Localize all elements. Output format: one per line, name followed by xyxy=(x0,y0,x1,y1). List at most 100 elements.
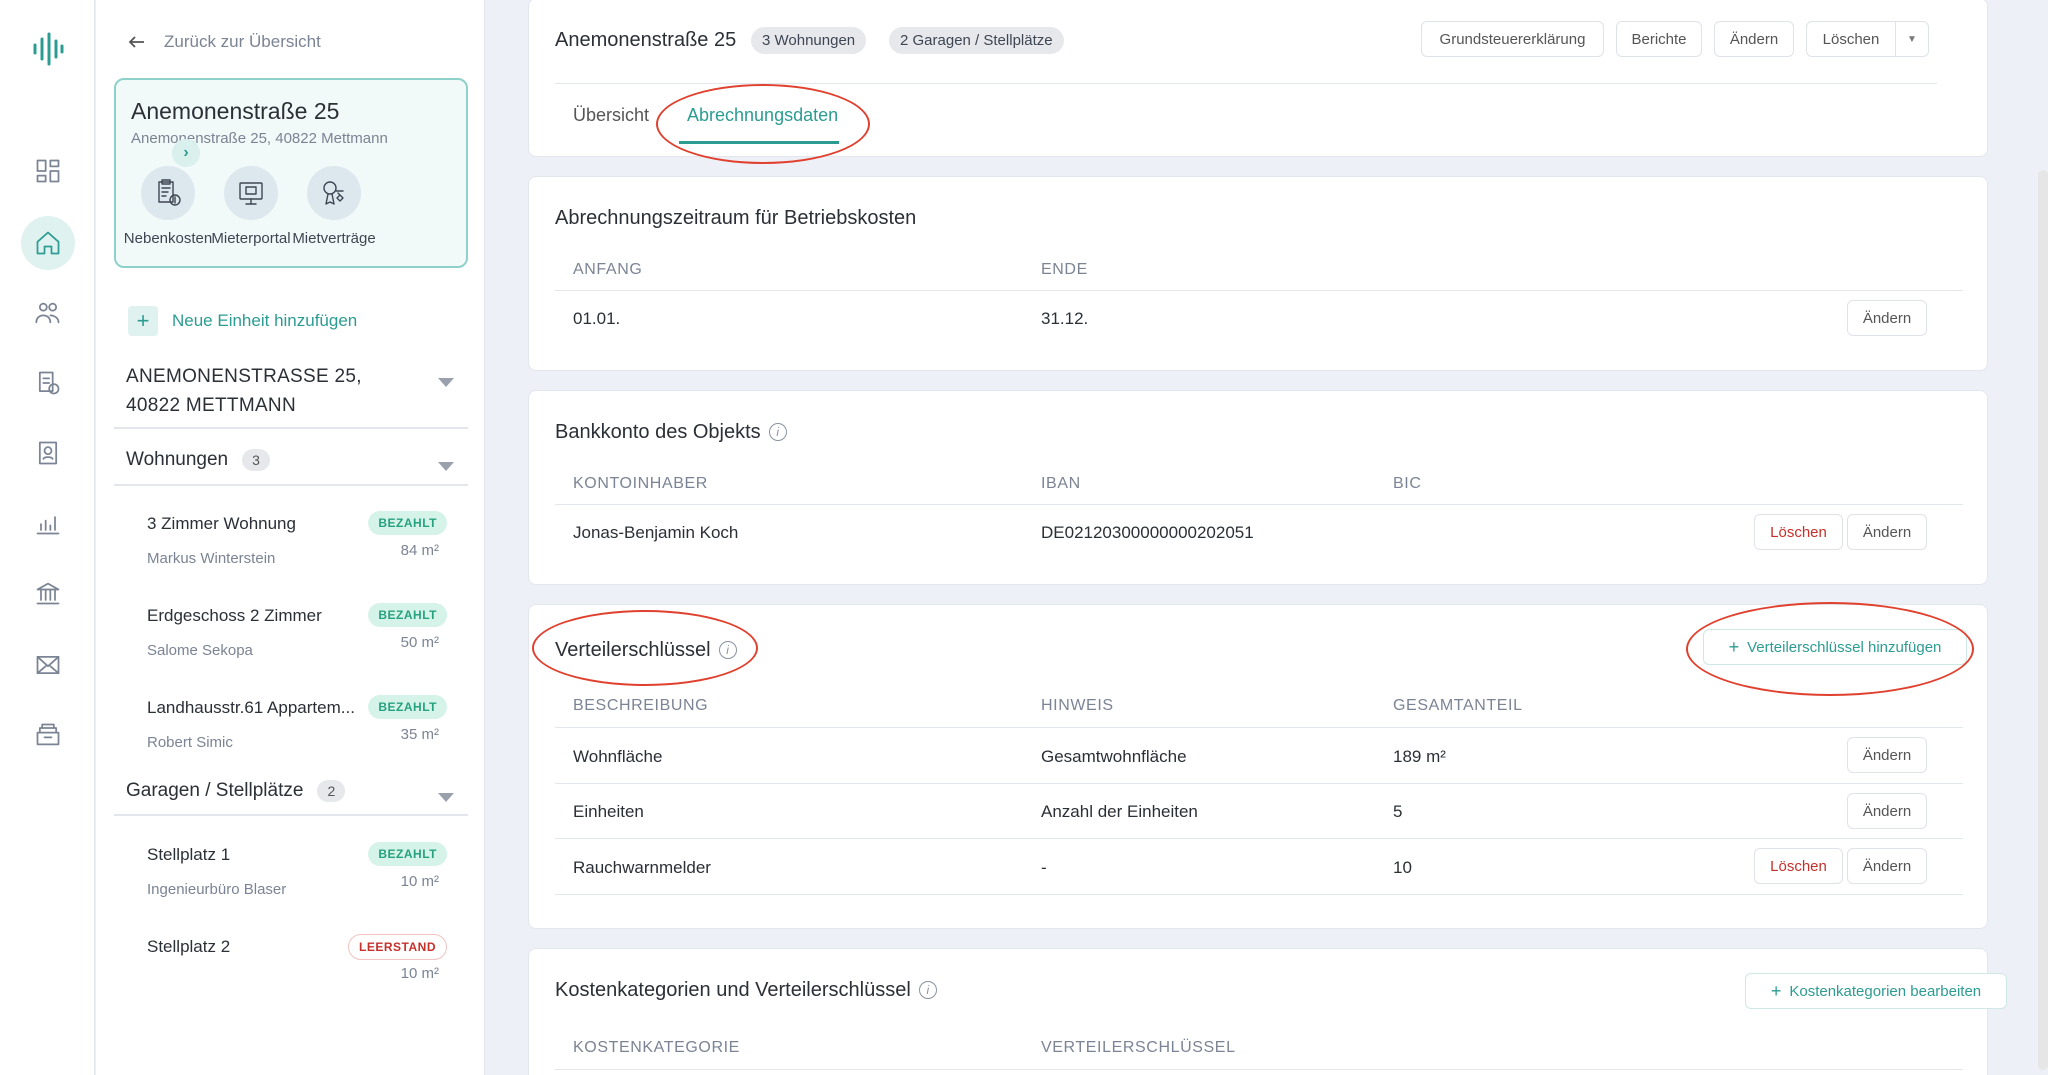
main-content: Anemonenstraße 25 3 Wohnungen 2 Garagen … xyxy=(486,0,2048,1075)
divider xyxy=(555,783,1963,784)
bank-account-card: Bankkonto des Objekts i KONTOINHABER IBAN… xyxy=(528,390,1988,585)
edit-key-button[interactable]: Ändern xyxy=(1847,793,1927,829)
delete-dropdown-chevron-icon[interactable]: ▼ xyxy=(1895,21,1929,57)
address-header[interactable]: ANEMONENSTRASSE 25, 40822 METTMANN xyxy=(126,362,446,420)
add-unit-button[interactable]: + Neue Einheit hinzufügen xyxy=(128,306,357,336)
delete-property-button[interactable]: Löschen xyxy=(1806,21,1896,57)
divider xyxy=(114,427,468,429)
iban-value: DE02120300000000202051 xyxy=(1041,523,1254,542)
section-title: Abrechnungszeitraum für Betriebskosten xyxy=(555,207,917,229)
unit-list-item[interactable]: Erdgeschoss 2 Zimmer Salome Sekopa BEZAH… xyxy=(147,603,447,659)
unit-list-item[interactable]: Stellplatz 2 LEERSTAND 10 m² xyxy=(147,934,447,982)
sidebar-expand-chevron-icon[interactable]: › xyxy=(172,139,200,167)
column-header: KONTOINHABER xyxy=(573,475,708,492)
action-lease-contracts[interactable]: Mietverträge xyxy=(282,166,386,247)
lease-contract-icon xyxy=(323,181,344,205)
info-icon[interactable]: i xyxy=(918,981,937,999)
section-title: Kostenkategorien und Verteilerschlüssel i xyxy=(555,979,937,1002)
section-title-text: Kostenkategorien und Verteilerschlüssel xyxy=(555,979,911,1001)
cost-categories-card: Kostenkategorien und Verteilerschlüssel i… xyxy=(528,948,2007,1075)
reports-chart-icon[interactable] xyxy=(25,500,71,546)
status-badge: BEZAHLT xyxy=(368,842,447,866)
unit-area: 35 m² xyxy=(400,726,439,743)
column-header: BESCHREIBUNG xyxy=(573,697,709,714)
info-icon[interactable]: i xyxy=(768,423,787,441)
key-total: 189 m² xyxy=(1393,747,1446,766)
edit-key-button[interactable]: Ändern xyxy=(1847,737,1927,773)
garages-pill: 2 Garagen / Stellplätze xyxy=(889,27,1064,54)
delete-key-button[interactable]: Löschen xyxy=(1754,848,1843,884)
unit-list-item[interactable]: 3 Zimmer Wohnung Markus Winterstein BEZA… xyxy=(147,511,447,567)
account-holder: Jonas-Benjamin Koch xyxy=(573,523,739,542)
scrollbar[interactable] xyxy=(2038,170,2048,1070)
divider xyxy=(555,1069,1963,1070)
property-title: Anemonenstraße 25 xyxy=(131,98,340,124)
unit-area: 84 m² xyxy=(400,542,439,559)
column-header: ENDE xyxy=(1041,261,1088,278)
key-total: 5 xyxy=(1393,802,1403,821)
key-total: 10 xyxy=(1393,858,1412,877)
archive-icon[interactable] xyxy=(25,712,71,758)
utility-costs-icon[interactable] xyxy=(25,360,71,406)
edit-key-button[interactable]: Ändern xyxy=(1847,848,1927,884)
reports-button[interactable]: Berichte xyxy=(1616,21,1702,57)
divider xyxy=(555,838,1963,839)
group-label: Wohnungen xyxy=(126,449,229,470)
divider xyxy=(555,894,1963,895)
highlight-ring xyxy=(656,84,870,164)
mail-icon[interactable] xyxy=(25,642,71,688)
app-logo-icon[interactable] xyxy=(31,32,65,66)
contacts-icon[interactable] xyxy=(25,430,71,476)
status-badge: BEZAHLT xyxy=(368,511,447,535)
key-hint: Gesamtwohnfläche xyxy=(1041,747,1187,766)
dashboard-icon[interactable] xyxy=(25,148,71,194)
key-description: Einheiten xyxy=(573,802,644,821)
column-header: VERTEILERSCHLÜSSEL xyxy=(1041,1039,1236,1056)
divider xyxy=(555,727,1963,728)
divider xyxy=(555,290,1963,291)
section-title-text: Bankkonto des Objekts xyxy=(555,421,761,443)
unit-list-item[interactable]: Landhausstr.61 Appartem... Robert Simic … xyxy=(147,695,447,751)
button-label: Kostenkategorien bearbeiten xyxy=(1789,982,1982,1000)
address-line: 40822 METTMANN xyxy=(126,395,296,416)
back-to-overview-link[interactable]: Zurück zur Übersicht xyxy=(128,32,321,52)
bank-icon[interactable] xyxy=(25,570,71,616)
tenants-icon[interactable] xyxy=(25,290,71,336)
icon-rail xyxy=(0,0,95,1075)
property-tax-button[interactable]: Grundsteuererklärung xyxy=(1421,21,1604,57)
chevron-down-icon[interactable] xyxy=(438,378,454,387)
address-line: ANEMONENSTRASSE 25, xyxy=(126,366,362,387)
status-badge: BEZAHLT xyxy=(368,603,447,627)
group-label: Garagen / Stellplätze xyxy=(126,780,304,801)
action-label: Mietverträge xyxy=(292,230,376,247)
chevron-down-icon[interactable] xyxy=(438,793,454,802)
group-count-badge: 3 xyxy=(242,449,270,471)
home-icon[interactable] xyxy=(21,216,75,270)
column-header: IBAN xyxy=(1041,475,1081,492)
edit-bank-button[interactable]: Ändern xyxy=(1847,514,1927,550)
section-title: Bankkonto des Objekts i xyxy=(555,421,787,444)
edit-property-button[interactable]: Ändern xyxy=(1714,21,1794,57)
group-header-apartments[interactable]: Wohnungen 3 xyxy=(126,449,270,471)
delete-bank-button[interactable]: Löschen xyxy=(1754,514,1843,550)
highlight-ring xyxy=(1686,602,1974,696)
divider xyxy=(555,504,1963,505)
key-hint: - xyxy=(1041,858,1047,877)
column-header: HINWEIS xyxy=(1041,697,1114,714)
back-label: Zurück zur Übersicht xyxy=(164,32,321,51)
edit-cost-categories-button[interactable]: + Kostenkategorien bearbeiten xyxy=(1745,973,2007,1009)
tab-overview[interactable]: Übersicht xyxy=(573,105,649,126)
billing-period-card: Abrechnungszeitraum für Betriebskosten A… xyxy=(528,176,1988,371)
unit-area: 10 m² xyxy=(400,965,439,982)
key-description: Wohnfläche xyxy=(573,747,663,766)
plus-icon: + xyxy=(128,306,158,336)
unit-list-item[interactable]: Stellplatz 1 Ingenieurbüro Blaser BEZAHL… xyxy=(147,842,447,898)
column-header: GESAMTANTEIL xyxy=(1393,697,1523,714)
chevron-down-icon[interactable] xyxy=(438,462,454,471)
edit-period-button[interactable]: Ändern xyxy=(1847,300,1927,336)
period-end: 31.12. xyxy=(1041,309,1089,328)
utility-bill-icon xyxy=(158,179,181,206)
arrow-left-icon xyxy=(128,36,144,48)
group-header-garages[interactable]: Garagen / Stellplätze 2 xyxy=(126,780,346,802)
property-card: Anemonenstraße 25 Anemonenstraße 25, 408… xyxy=(114,78,468,268)
